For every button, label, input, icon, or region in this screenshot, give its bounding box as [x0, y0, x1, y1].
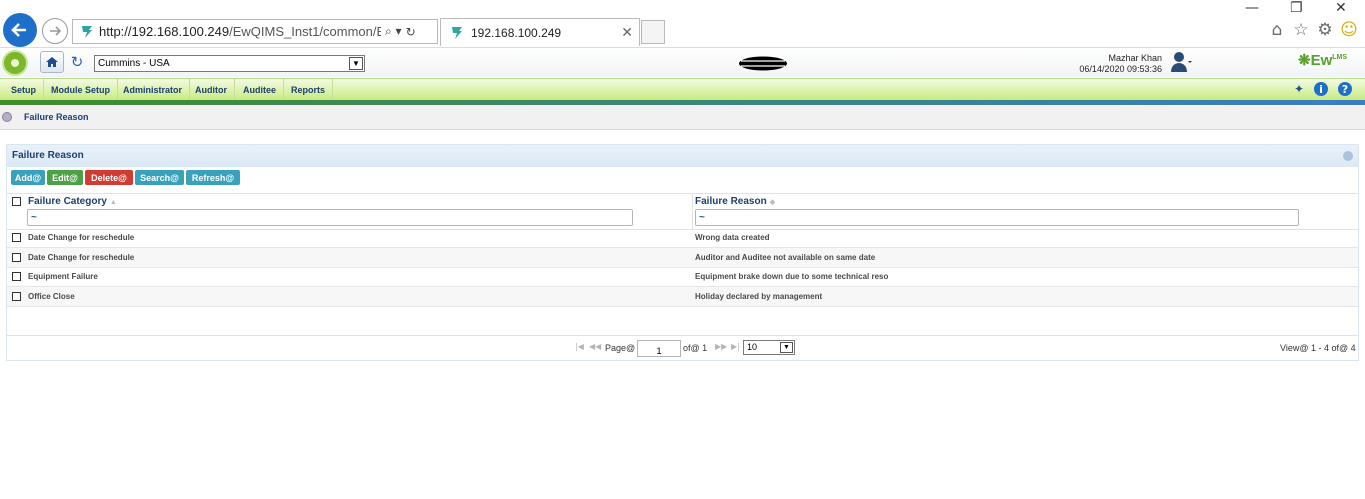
- cell-reason: Auditor and Auditee not available on sam…: [695, 253, 876, 262]
- prev-page-icon[interactable]: ◀◀: [589, 342, 601, 351]
- page-label: Page@: [605, 343, 636, 353]
- column-header-category[interactable]: Failure Category ▲: [28, 196, 117, 207]
- user-name: Mazhar Khan: [1108, 53, 1162, 63]
- row-checkbox[interactable]: [12, 253, 21, 262]
- column-divider: [692, 193, 693, 230]
- restore-button[interactable]: ❐: [1290, 0, 1303, 16]
- category-filter-input[interactable]: ~: [27, 209, 633, 226]
- back-button[interactable]: [3, 13, 37, 47]
- last-page-icon[interactable]: ▶|: [731, 342, 740, 351]
- sort-icon: ▲: [109, 199, 117, 206]
- row-checkbox[interactable]: [12, 272, 21, 281]
- pin-icon[interactable]: ✦: [1292, 82, 1306, 96]
- cell-category: Date Change for reschedule: [28, 253, 135, 262]
- chevron-down-icon: ▼: [349, 57, 363, 70]
- info-icon[interactable]: i: [1314, 82, 1328, 96]
- add-button[interactable]: Add@: [11, 170, 45, 185]
- star-icon[interactable]: ☆: [1291, 20, 1311, 40]
- browser-tab[interactable]: 192.168.100.249 ✕: [440, 18, 640, 46]
- menu-module-setup[interactable]: Module Setup: [44, 79, 118, 100]
- ewqims-logo: ❋EwLMS: [1298, 52, 1348, 69]
- page-size-select[interactable]: 10 ▼: [743, 340, 795, 355]
- page-count: of@ 1: [683, 343, 708, 353]
- app-header: ↻ Cummins - USA ▼ Mazhar Khan 06/14/2020…: [0, 47, 1365, 77]
- site-favicon-icon: [82, 25, 92, 38]
- menu-auditee[interactable]: Auditee: [236, 79, 285, 100]
- row-checkbox[interactable]: [12, 233, 21, 242]
- row-checkbox[interactable]: [12, 292, 21, 301]
- company-brand-logo: [739, 56, 787, 71]
- failure-reason-panel: Failure Reason Add@ Edit@ Delete@ Search…: [6, 144, 1359, 361]
- menu-reports[interactable]: Reports: [284, 79, 334, 100]
- page-number-input[interactable]: 1: [637, 340, 681, 357]
- grid-header: Failure Category ▲ Failure Reason ◆ ~ ~: [7, 193, 1358, 230]
- home-icon[interactable]: ⌂: [1267, 20, 1287, 40]
- chevron-down-icon: ▼: [780, 342, 793, 353]
- reason-filter-input[interactable]: ~: [695, 209, 1299, 226]
- refresh-button[interactable]: Refresh@: [186, 170, 240, 185]
- menu-administrator[interactable]: Administrator: [116, 79, 191, 100]
- gear-icon[interactable]: ⚙: [1315, 20, 1335, 40]
- table-row[interactable]: Equipment Failure Equipment brake down d…: [7, 267, 1358, 287]
- table-row[interactable]: Office Close Holiday declared by managem…: [7, 287, 1358, 307]
- column-header-reason[interactable]: Failure Reason ◆: [695, 196, 775, 207]
- cell-reason: Holiday declared by management: [695, 292, 823, 301]
- cell-reason: Wrong data created: [695, 233, 770, 242]
- help-icon[interactable]: ?: [1338, 82, 1352, 96]
- table-row[interactable]: Date Change for reschedule Wrong data cr…: [7, 228, 1358, 248]
- tab-close-icon[interactable]: ✕: [621, 25, 633, 41]
- close-window-button[interactable]: ✕: [1335, 0, 1347, 16]
- user-avatar-icon[interactable]: [1170, 50, 1192, 74]
- app-refresh-icon[interactable]: ↻: [66, 51, 88, 73]
- cell-category: Date Change for reschedule: [28, 233, 135, 242]
- breadcrumb-title: Failure Reason: [24, 112, 89, 122]
- forward-button[interactable]: [42, 18, 68, 44]
- menu-setup[interactable]: Setup: [4, 79, 45, 100]
- company-select-value: Cummins - USA: [98, 58, 170, 69]
- tab-favicon-icon: [452, 26, 462, 39]
- reload-icon[interactable]: ↻: [406, 25, 416, 39]
- pager: |◀ ◀◀ Page@ 1 of@ 1 ▶▶ ▶| 10 ▼ View@ 1 -…: [7, 335, 1358, 360]
- menu-auditor[interactable]: Auditor: [188, 79, 235, 100]
- select-all-checkbox[interactable]: [12, 197, 21, 206]
- address-bar[interactable]: http://192.168.100.249/EwQIMS_Inst1/comm…: [72, 19, 438, 44]
- search-button[interactable]: Search@: [135, 170, 184, 185]
- flower-logo-icon: [2, 50, 28, 76]
- view-records-text: View@ 1 - 4 of@ 4: [1280, 343, 1356, 353]
- delete-button[interactable]: Delete@: [85, 170, 133, 185]
- search-dropdown-icon[interactable]: ⌕ ▾: [385, 24, 402, 39]
- login-datetime: 06/14/2020 09:53:36: [1079, 64, 1162, 74]
- edit-button[interactable]: Edit@: [47, 170, 83, 185]
- collapse-icon[interactable]: [1343, 151, 1353, 161]
- page-size-value: 10: [747, 342, 758, 352]
- main-menu: Setup Module Setup Administrator Auditor…: [0, 78, 1365, 105]
- company-select[interactable]: Cummins - USA ▼: [94, 55, 365, 72]
- cell-category: Office Close: [28, 292, 75, 301]
- house-icon: [46, 57, 58, 67]
- minimize-button[interactable]: —: [1245, 0, 1259, 16]
- table-row[interactable]: Date Change for reschedule Auditor and A…: [7, 248, 1358, 268]
- page-icon: [2, 112, 12, 122]
- smiley-icon[interactable]: ☺: [1339, 20, 1359, 40]
- next-page-icon[interactable]: ▶▶: [715, 342, 727, 351]
- new-tab-button[interactable]: [641, 20, 665, 44]
- cell-category: Equipment Failure: [28, 272, 98, 281]
- sort-icon: ◆: [769, 199, 776, 206]
- arrow-right-icon: [50, 26, 62, 36]
- cell-reason: Equipment brake down due to some technic…: [695, 272, 889, 281]
- url-text: http://192.168.100.249/EwQIMS_Inst1/comm…: [99, 24, 381, 39]
- breadcrumb: Failure Reason: [0, 106, 1365, 130]
- app-home-button[interactable]: [40, 51, 64, 73]
- panel-header: Failure Reason: [7, 145, 1358, 167]
- first-page-icon[interactable]: |◀: [575, 342, 584, 351]
- browser-chrome: http://192.168.100.249/EwQIMS_Inst1/comm…: [0, 0, 1365, 47]
- tab-title: 192.168.100.249: [471, 25, 562, 40]
- panel-title: Failure Reason: [12, 150, 84, 161]
- arrow-left-icon: [11, 23, 26, 37]
